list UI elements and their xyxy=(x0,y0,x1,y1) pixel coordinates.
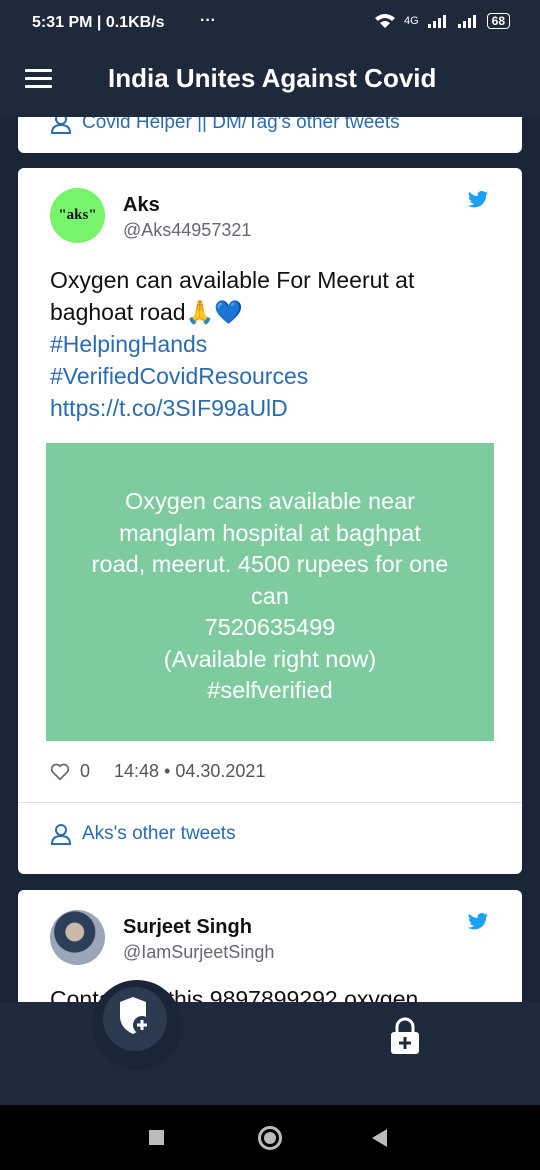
image-text-line: 7520635499 xyxy=(204,614,336,640)
author-name[interactable]: Surjeet Singh xyxy=(123,916,252,939)
timestamp[interactable]: 14:48 • 04.30.2021 xyxy=(114,761,265,782)
home-button[interactable] xyxy=(258,1126,282,1150)
shield-plus-icon xyxy=(120,997,151,1034)
user-icon xyxy=(50,117,72,134)
signal-label: 4G xyxy=(403,15,419,27)
lock-plus-icon[interactable] xyxy=(390,1017,420,1055)
app-bar: India Unites Against Covid xyxy=(0,45,540,117)
divider xyxy=(18,802,522,803)
image-text-line: can xyxy=(251,582,289,609)
tweet-text-line: Oxygen can available For Meerut at xyxy=(50,267,415,293)
image-text-line: #selfverified xyxy=(207,677,333,703)
image-text-line: road, meerut. 4500 rupees for one xyxy=(91,551,449,577)
tweet-text: Oxygen can available For Meerut at bagho… xyxy=(50,264,490,424)
author-name[interactable]: Aks xyxy=(123,194,160,217)
author-handle[interactable]: @Aks44957321 xyxy=(123,220,251,241)
avatar[interactable]: "aks" xyxy=(50,188,105,243)
author-handle[interactable]: @IamSurjeetSingh xyxy=(123,942,274,963)
other-tweets-label: Covid Helper || DM/Tag's other tweets xyxy=(82,117,400,133)
wifi-icon xyxy=(374,14,395,28)
image-text-line: (Available right now) xyxy=(163,645,377,672)
user-icon xyxy=(50,824,72,845)
tweet-card: "aks" Aks @Aks44957321 Oxygen can availa… xyxy=(18,168,522,874)
status-time: 5:31 PM | 0.1KB/s xyxy=(32,14,165,31)
menu-icon[interactable] xyxy=(25,69,52,89)
signal-icon xyxy=(457,15,476,28)
bottom-nav xyxy=(0,980,540,1105)
tweet-image[interactable]: Oxygen cans available near manglam hospi… xyxy=(46,443,494,741)
recents-button[interactable] xyxy=(149,1130,164,1145)
status-dots: ··· xyxy=(200,12,216,29)
tweet-card: Surjeet Singh @IamSurjeetSingh Contact o… xyxy=(18,890,522,1002)
back-button[interactable] xyxy=(372,1129,387,1147)
tweet-feed[interactable]: Covid Helper || DM/Tag's other tweets "a… xyxy=(0,117,540,1002)
system-nav-bar xyxy=(0,1105,540,1170)
other-tweets-link[interactable]: Aks's other tweets xyxy=(50,823,236,845)
image-text-line: Oxygen cans available near xyxy=(124,488,415,514)
battery-icon: 68 xyxy=(486,13,510,29)
shield-add-button[interactable] xyxy=(103,987,167,1051)
signal-icon xyxy=(427,15,446,28)
avatar[interactable] xyxy=(50,910,105,965)
status-bar: 5:31 PM | 0.1KB/s ··· 4G 68 xyxy=(0,0,540,45)
status-icons: 4G 68 xyxy=(374,13,510,29)
heart-icon[interactable] xyxy=(50,763,70,781)
twitter-icon[interactable] xyxy=(467,912,489,932)
other-tweets-link[interactable]: Covid Helper || DM/Tag's other tweets xyxy=(50,117,400,134)
tweet-text-line: baghoat road🙏💙 xyxy=(50,299,243,325)
app-title: India Unites Against Covid xyxy=(108,63,437,93)
tweet-meta: 0 14:48 • 04.30.2021 xyxy=(50,761,265,782)
url-link[interactable]: https://t.co/3SIF99aUlD xyxy=(50,392,490,424)
previous-tweet-card: Covid Helper || DM/Tag's other tweets xyxy=(18,117,522,153)
other-tweets-label: Aks's other tweets xyxy=(82,823,236,844)
image-text-line: manglam hospital at baghpat xyxy=(119,519,421,546)
hashtag-link[interactable]: #HelpingHands xyxy=(50,328,490,360)
hashtag-link[interactable]: #VerifiedCovidResources xyxy=(50,360,490,392)
twitter-icon[interactable] xyxy=(467,190,489,210)
like-count: 0 xyxy=(80,761,91,781)
